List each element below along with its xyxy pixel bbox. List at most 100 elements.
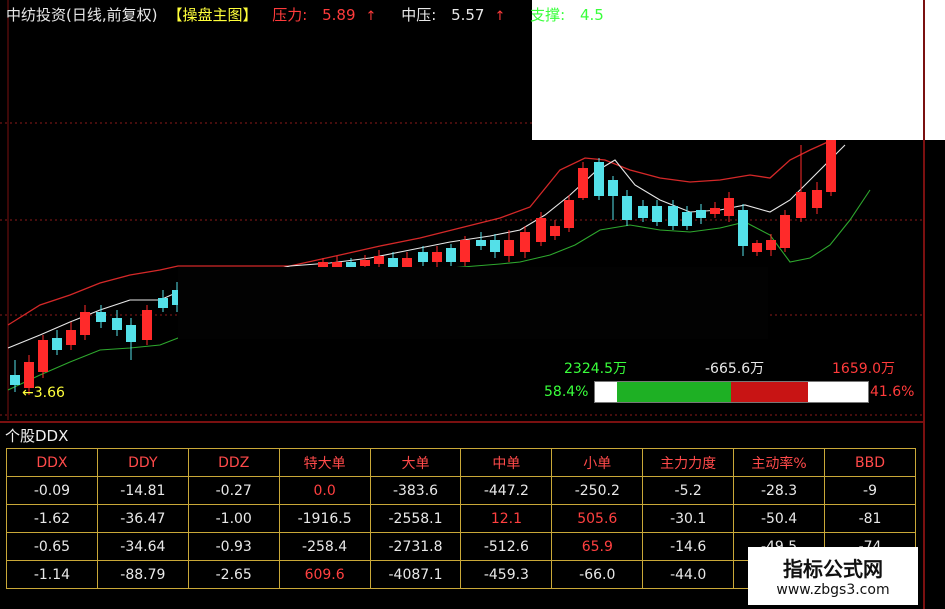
ddx-column-header[interactable]: 主力力度 [642,448,735,477]
candle-up [536,218,546,242]
ddx-row[interactable]: -1.62 -36.47 -1.00 -1916.5 -2558.1 12.1 505.6 -… [6,504,916,533]
candle-up [710,208,720,214]
ddx-cell: -5.2 [642,476,735,505]
up-arrow-icon: ↑ [494,9,506,24]
ddx-column-header[interactable]: DDX [6,448,98,477]
candle-down [638,206,648,218]
watermark: 指标公式网 www.zbgs3.com [748,547,918,605]
watermark-title: 指标公式网 [783,557,883,581]
candle-down [126,325,136,342]
ddx-cell: -1.00 [187,504,280,533]
candle-up [66,330,76,345]
candle-up [374,256,384,264]
ddx-cell: -14.6 [642,532,735,561]
ddx-cell: 505.6 [551,504,644,533]
flow-segment-2 [731,382,808,402]
up-arrow-icon: ↑ [365,9,377,24]
support-label: 支撑: [530,6,566,24]
ddx-cell: -250.2 [551,476,644,505]
candle-down [490,240,500,252]
stock-name[interactable]: 中纺投资(日线,前复权) [6,6,157,24]
candle-down [738,210,748,246]
candle-down [96,312,106,322]
mid-pressure-value: 5.57 [451,6,485,24]
candle-up [460,240,470,262]
candle-down [696,210,706,218]
candle-down [418,252,428,262]
ddx-cell: -512.6 [460,532,553,561]
support-value: 4.5 [580,6,604,24]
ddx-row[interactable]: -0.09 -14.81 -0.27 0.0 -383.6 -447.2 -250.2 -5.… [6,476,916,505]
flow-value-2: -665.6万 [705,361,765,377]
resistance-label: 压力: [272,6,308,24]
candle-down [682,212,692,226]
capital-flow-bar [594,381,869,403]
candle-down [10,375,20,385]
low-price-marker: ←3.66 [22,385,65,401]
ddx-cell: -459.3 [460,560,553,589]
watermark-url: www.zbgs3.com [776,582,890,598]
flow-segment-1 [616,382,732,402]
ddx-cell: -0.09 [6,476,98,505]
ddx-cell: -66.0 [551,560,644,589]
flow-value-3: 1659.0万 [832,361,895,377]
candle-up [780,215,790,248]
ddx-cell: -0.27 [187,476,280,505]
candle-up [504,240,514,256]
candle-down [608,180,618,196]
stock-chart-window: 中纺投资(日线,前复权) 【操盘主图】 压力: 5.89 ↑ 中压: 5.57 ↑ 支… [0,0,945,609]
ddx-cell: -2558.1 [369,504,462,533]
flow-segment-0 [595,382,617,402]
ddx-column-header[interactable]: BBD [824,448,916,477]
candle-up [812,190,822,208]
candle-up [766,240,776,250]
ddx-cell: -1.62 [6,504,98,533]
ddx-cell: -50.4 [733,504,826,533]
candle-up [724,198,734,216]
candle-up [550,226,560,236]
candle-up [80,312,90,335]
ddx-cell: -1916.5 [278,504,371,533]
ddx-cell: 609.6 [278,560,371,589]
candle-down [158,298,168,308]
ddx-header-row: DDX DDY DDZ 特大单 大单 中单 小单 主力力度 主动率% BBD [6,448,916,477]
ddx-cell: 12.1 [460,504,553,533]
resistance-value: 5.89 [322,6,356,24]
obscured-region [178,267,768,339]
flow-value-1: 2324.5万 [564,361,627,377]
candle-down [622,196,632,220]
candle-up [432,252,442,262]
ddx-column-header[interactable]: DDZ [187,448,280,477]
ddx-cell: 0.0 [278,476,371,505]
ddx-cell: -4087.1 [369,560,462,589]
ddx-column-header[interactable]: 主动率% [733,448,826,477]
left-percentage: 58.4% [544,384,589,400]
candle-up [564,200,574,228]
ddx-cell: -2.65 [187,560,280,589]
panel-divider [0,421,924,423]
ddx-cell: -0.93 [187,532,280,561]
indicator-name[interactable]: 【操盘主图】 [167,6,257,24]
ddx-column-header[interactable]: 中单 [460,448,553,477]
ddx-cell: -0.65 [6,532,98,561]
ddx-column-header[interactable]: 特大单 [278,448,371,477]
candle-down [112,318,122,330]
ddx-column-header[interactable]: 大单 [369,448,462,477]
candle-down [52,338,62,350]
candle-down [446,248,456,262]
ddx-cell: -88.79 [96,560,189,589]
ddx-column-header[interactable]: 小单 [551,448,644,477]
ddx-column-header[interactable]: DDY [96,448,189,477]
mid-pressure-label: 中压: [401,6,437,24]
flow-segment-3 [807,382,868,402]
ddx-cell: -34.64 [96,532,189,561]
ddx-cell: -36.47 [96,504,189,533]
candle-up [520,232,530,252]
ddx-cell: -258.4 [278,532,371,561]
right-percentage: 41.6% [870,384,915,400]
chart-info-bar: 中纺投资(日线,前复权) 【操盘主图】 压力: 5.89 ↑ 中压: 5.57 ↑ 支… [6,4,624,26]
candle-up [826,140,836,192]
ddx-cell: -81 [824,504,916,533]
candle-up [752,243,762,252]
ddx-cell: -14.81 [96,476,189,505]
